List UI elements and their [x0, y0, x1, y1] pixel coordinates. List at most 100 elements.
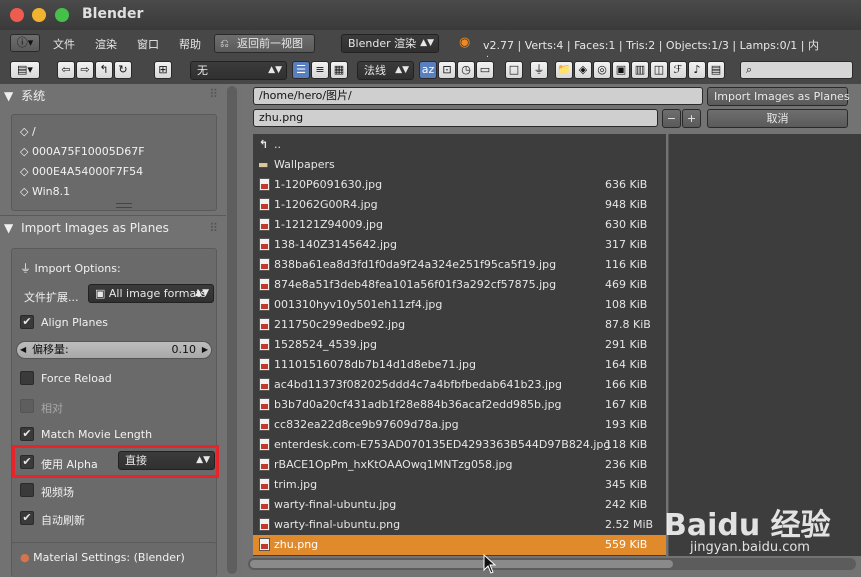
file-row[interactable]: enterdesk.com-E753AD070135ED4293363B544D…: [253, 435, 666, 455]
file-row[interactable]: 138-140Z3145642.jpg 317 KiB: [253, 235, 666, 255]
file-row[interactable]: 001310hyv10y501eh11zf4.jpg 108 KiB: [253, 295, 666, 315]
filter-folder-icon[interactable]: 📁: [555, 61, 573, 79]
menu-help[interactable]: 帮助: [179, 36, 201, 52]
filter-font-icon[interactable]: ℱ: [669, 61, 687, 79]
image-file-icon: [259, 498, 270, 511]
file-name: warty-final-ubuntu.png: [274, 518, 401, 531]
filter-sound-icon[interactable]: ♪: [688, 61, 706, 79]
parent-dir-icon[interactable]: ↰: [95, 61, 113, 79]
file-row[interactable]: trim.jpg 345 KiB: [253, 475, 666, 495]
filter-blend-icon[interactable]: ◈: [574, 61, 592, 79]
filter-script-icon[interactable]: ◫: [650, 61, 668, 79]
parent-dir-label: ..: [274, 138, 281, 151]
filter-image-icon[interactable]: ▣: [612, 61, 630, 79]
filter-icon[interactable]: ⏚: [530, 61, 548, 79]
drive-win81[interactable]: ◇ Win8.1: [20, 185, 70, 198]
menu-file[interactable]: 文件: [53, 36, 75, 52]
editor-type-info-icon[interactable]: ⓘ▾: [10, 34, 40, 52]
offset-slider[interactable]: ◀ 偏移量: 0.10 ▶: [16, 341, 212, 359]
file-row[interactable]: rBACE1OpPm_hxKtOAAOwq1MNTzg058.jpg 236 Ki…: [253, 455, 666, 475]
back-icon[interactable]: ⇦: [57, 61, 75, 79]
recursion-filter-dropdown[interactable]: 无 ▲▼: [190, 61, 287, 80]
file-row[interactable]: 1-12121Z94009.jpg 630 KiB: [253, 215, 666, 235]
drag-grip-icon[interactable]: ⠿: [209, 221, 218, 235]
file-row[interactable]: 1528524_4539.jpg 291 KiB: [253, 335, 666, 355]
display-size-dropdown[interactable]: 法线 ▲▼: [357, 61, 414, 80]
list-resize-handle[interactable]: [116, 203, 132, 208]
file-size: 559 KiB: [605, 538, 648, 551]
new-folder-icon[interactable]: ⊞: [154, 61, 172, 79]
sidebar-scrollbar[interactable]: [227, 86, 237, 574]
force-reload-label: Force Reload: [41, 372, 112, 385]
search-filter-input[interactable]: ⌕: [740, 61, 853, 79]
system-panel-header[interactable]: ▼ 系统 ⠿: [4, 87, 234, 109]
render-engine-dropdown[interactable]: Blender 渲染 ▲▼: [341, 34, 439, 53]
long-list-view-icon[interactable]: ≡: [311, 61, 329, 79]
file-row[interactable]: cc832ea22d8ce9b97609d78a.jpg 193 KiB: [253, 415, 666, 435]
drive-label: 000A75F10005D67F: [31, 145, 145, 158]
back-to-previous-button[interactable]: ⎌ 返回前一视图: [214, 34, 315, 53]
scrollbar-thumb[interactable]: [250, 560, 673, 568]
file-row[interactable]: 11101516078db7b14d1d8ebe71.jpg 164 KiB: [253, 355, 666, 375]
force-reload-checkbox[interactable]: [20, 371, 34, 385]
auto-refresh-checkbox[interactable]: ✔: [20, 511, 34, 525]
sort-time-icon[interactable]: ◷: [457, 61, 475, 79]
file-name: Wallpapers: [274, 158, 335, 171]
blender-logo-icon: ◉: [459, 35, 471, 50]
file-row[interactable]: 211750c299edbe92.jpg 87.8 KiB: [253, 315, 666, 335]
file-row[interactable]: b3b7d0a20cf431adb1f28e884b36acaf2edd985b…: [253, 395, 666, 415]
watermark-url: jingyan.baidu.com: [690, 540, 810, 555]
filter-text-icon[interactable]: ▤: [707, 61, 725, 79]
file-size: 345 KiB: [605, 478, 648, 491]
file-row[interactable]: 1-12062G00R4.jpg 948 KiB: [253, 195, 666, 215]
file-name: 1528524_4539.jpg: [274, 338, 378, 351]
directory-path-input[interactable]: /home/hero/图片/: [253, 87, 703, 105]
refresh-icon[interactable]: ↻: [114, 61, 132, 79]
video-field-checkbox[interactable]: [20, 483, 34, 497]
thumbnail-view-icon[interactable]: ▦: [330, 61, 348, 79]
file-row[interactable]: 1-120P6091630.jpg 636 KiB: [253, 175, 666, 195]
cancel-button[interactable]: 取消: [707, 109, 848, 128]
drag-grip-icon[interactable]: ⠿: [209, 87, 218, 101]
drive-000A75F10005D67F[interactable]: ◇ 000A75F10005D67F: [20, 145, 145, 158]
maximize-window-button[interactable]: [55, 8, 69, 22]
filter-movie-icon[interactable]: ▥: [631, 61, 649, 79]
offset-label: 偏移量:: [32, 343, 69, 356]
file-ext-dropdown[interactable]: ▣ All image formats ▲▼: [88, 284, 214, 303]
sort-size-icon[interactable]: ▭: [476, 61, 494, 79]
file-list-horizontal-scrollbar[interactable]: [248, 558, 856, 570]
align-planes-checkbox[interactable]: ✔: [20, 315, 34, 329]
import-images-button[interactable]: Import Images as Planes: [707, 87, 850, 106]
show-hidden-icon[interactable]: □: [505, 61, 523, 79]
relative-checkbox[interactable]: [20, 399, 34, 413]
match-movie-length-checkbox[interactable]: ✔: [20, 427, 34, 441]
sort-ext-icon[interactable]: ⊡: [438, 61, 456, 79]
filename-input[interactable]: zhu.png: [253, 109, 658, 127]
filter-backup-icon[interactable]: ◎: [593, 61, 611, 79]
import-panel-header[interactable]: ▼ Import Images as Planes ⠿: [4, 221, 234, 243]
dropdown-arrow-icon: ▲▼: [268, 65, 282, 75]
file-row[interactable]: ac4bd11373f082025ddd4c7a4bfbfbedab641b23…: [253, 375, 666, 395]
folder-row[interactable]: ▬ Wallpapers: [253, 155, 666, 175]
forward-icon[interactable]: ⇨: [76, 61, 94, 79]
drive-root[interactable]: ◇ /: [20, 125, 36, 138]
file-row[interactable]: warty-final-ubuntu.png 2.52 MiB: [253, 515, 666, 535]
parent-directory-row[interactable]: ↰ ..: [253, 135, 666, 155]
increment-arrow-icon[interactable]: ▶: [202, 342, 208, 358]
editor-type-filebrowser-icon[interactable]: ▤▾: [10, 61, 40, 79]
minimize-window-button[interactable]: [32, 8, 46, 22]
close-window-button[interactable]: [10, 8, 24, 22]
drive-000E4A54000F7F54[interactable]: ◇ 000E4A54000F7F54: [20, 165, 143, 178]
file-row[interactable]: 874e8a51f3deb48fea101a56f01f3a292cf57875…: [253, 275, 666, 295]
file-row[interactable]: 838ba61ea8d3fd1f0da9f24a324e251f95ca5f19…: [253, 255, 666, 275]
file-row[interactable]: warty-final-ubuntu.jpg 242 KiB: [253, 495, 666, 515]
file-row[interactable]: zhu.png 559 KiB: [253, 535, 666, 555]
increment-filename-button[interactable]: +: [682, 109, 701, 128]
menu-render[interactable]: 渲染: [95, 36, 117, 52]
menu-window[interactable]: 窗口: [137, 36, 159, 52]
decrement-filename-button[interactable]: −: [662, 109, 681, 128]
decrement-arrow-icon[interactable]: ◀: [20, 342, 26, 358]
sort-alpha-icon[interactable]: az: [419, 61, 437, 79]
recursion-value: 无: [197, 64, 208, 77]
short-list-view-icon[interactable]: ☰: [292, 61, 310, 79]
